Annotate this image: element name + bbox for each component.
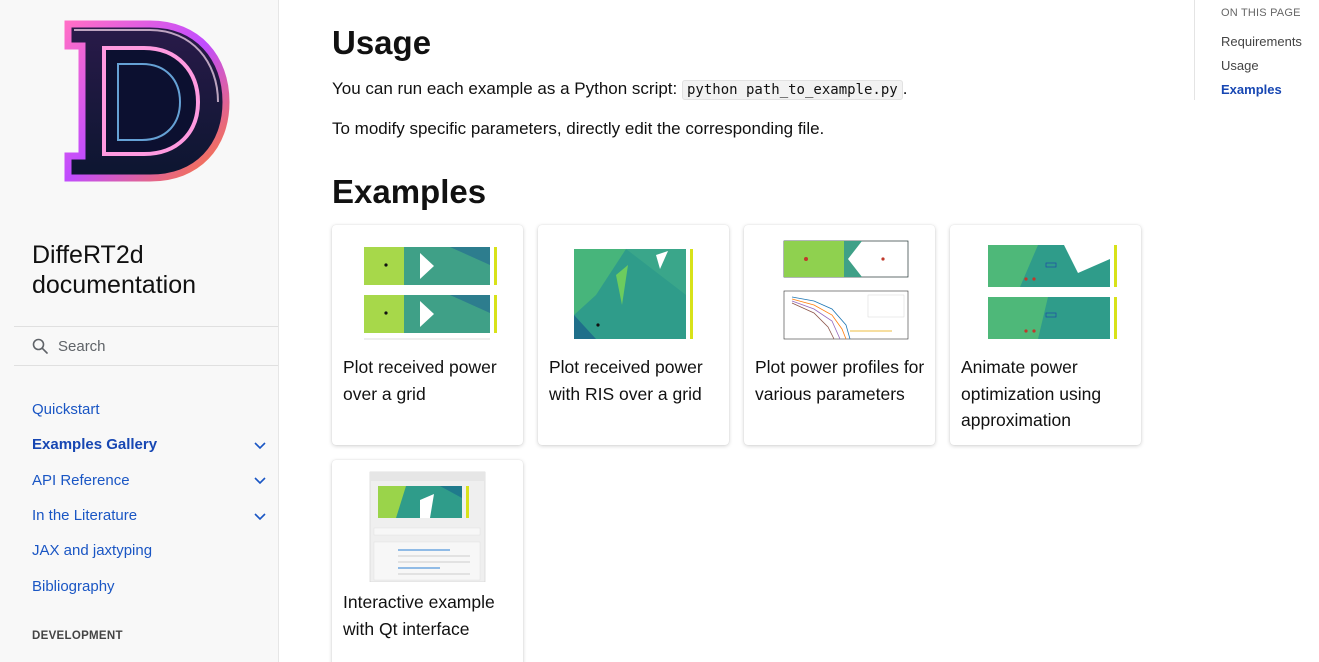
example-caption: Plot received power over a grid — [343, 357, 497, 404]
usage-heading: Usage — [332, 24, 432, 61]
sidebar-item-api-reference[interactable]: API Reference — [0, 463, 279, 498]
toc-item-usage[interactable]: Usage — [1221, 58, 1259, 73]
example-caption: Interactive example with Qt interface — [343, 592, 495, 639]
chevron-down-icon[interactable] — [253, 473, 267, 487]
sidebar-item-quickstart[interactable]: Quickstart — [0, 392, 279, 427]
chevron-down-icon[interactable] — [253, 438, 267, 452]
sidebar-section-caption: DEVELOPMENT — [32, 630, 123, 642]
example-card-qt-interface[interactable]: Interactive example with Qt interface — [332, 460, 523, 662]
example-card-power-profiles[interactable]: Plot power profiles for various paramete… — [744, 225, 935, 445]
search-input[interactable]: Search — [14, 327, 278, 365]
search-placeholder: Search — [58, 337, 106, 355]
modify-paragraph: To modify specific parameters, directly … — [332, 119, 825, 138]
toc-caption: ON THIS PAGE — [1221, 7, 1301, 19]
example-thumbnail — [364, 247, 497, 340]
chevron-down-icon[interactable] — [253, 509, 267, 523]
sidebar-item-examples-gallery[interactable]: Examples Gallery — [0, 427, 279, 462]
examples-heading: Examples — [332, 173, 487, 210]
site-title[interactable]: DiffeRT2d documentation — [32, 240, 278, 300]
sidebar-item-label: API Reference — [32, 471, 130, 489]
sidebar-nav: Quickstart Examples Gallery API Referenc… — [0, 392, 279, 604]
toc-item-examples[interactable]: Examples — [1221, 82, 1282, 97]
example-card-power-optimization[interactable]: Animate power optimization using approxi… — [950, 225, 1141, 445]
example-card-ris-grid[interactable]: Plot received power with RIS over a grid — [538, 225, 729, 445]
sidebar-item-jax-and-jaxtyping[interactable]: JAX and jaxtyping — [0, 533, 279, 568]
usage-text: You can run each example as a Python scr… — [332, 79, 678, 98]
sidebar-item-label: Bibliography — [32, 577, 115, 595]
search-icon — [32, 338, 48, 354]
example-thumbnail — [783, 240, 909, 340]
example-card-power-grid[interactable]: Plot received power over a grid — [332, 225, 523, 445]
usage-paragraph: You can run each example as a Python scr… — [332, 79, 908, 100]
divider — [14, 365, 278, 366]
example-thumbnail — [574, 249, 693, 339]
sidebar-item-in-the-literature[interactable]: In the Literature — [0, 498, 279, 533]
site-title-text: DiffeRT2d documentation — [32, 241, 197, 299]
sidebar-item-label: JAX and jaxtyping — [32, 542, 153, 560]
sidebar-item-bibliography[interactable]: Bibliography — [0, 568, 279, 603]
example-thumbnail — [988, 245, 1117, 339]
usage-text-end: . — [902, 79, 908, 98]
example-caption: Animate power optimization using approxi… — [961, 357, 1102, 430]
sidebar-item-label: Examples Gallery — [32, 436, 158, 454]
sidebar-item-label: Quickstart — [32, 401, 100, 419]
example-thumbnail — [369, 471, 486, 582]
example-caption: Plot received power with RIS over a grid — [549, 357, 703, 404]
usage-code: python path_to_example.py — [681, 80, 903, 100]
toc-item-requirements[interactable]: Requirements — [1221, 34, 1302, 49]
sidebar: DiffeRT2d documentation Search Quickstar… — [0, 0, 279, 662]
sidebar-item-label: In the Literature — [32, 507, 138, 525]
project-logo[interactable] — [58, 18, 230, 184]
example-caption: Plot power profiles for various paramete… — [755, 357, 925, 404]
